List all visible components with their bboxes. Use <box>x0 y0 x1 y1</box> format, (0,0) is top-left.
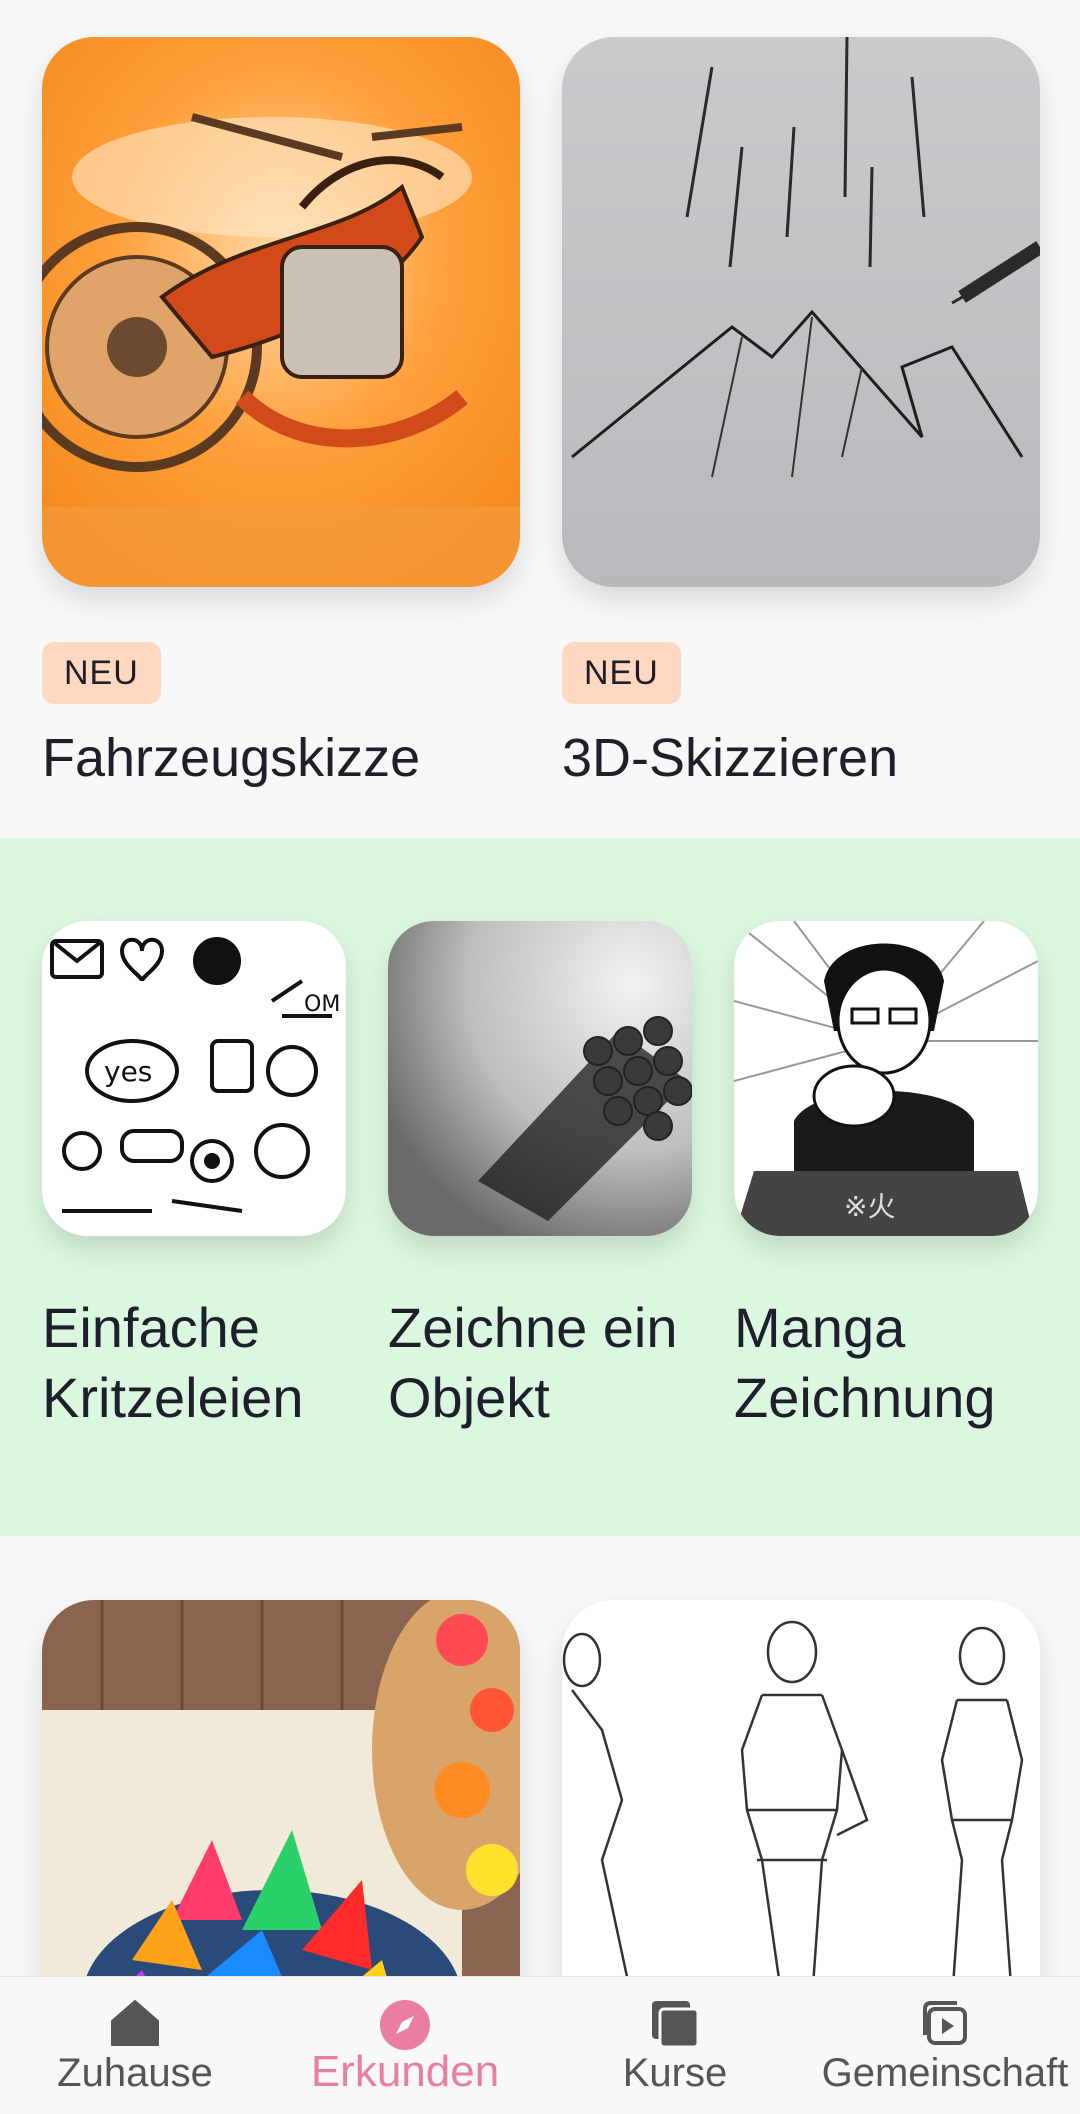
more-courses-section <box>0 1536 1080 1976</box>
fashion-figure-illustration <box>562 1600 1040 1976</box>
card-succulent-painting-image[interactable] <box>42 1600 520 1976</box>
nav-label-explore: Erkunden <box>310 2047 500 2096</box>
doodles-illustration: yes OM <box>42 921 346 1236</box>
nav-item-courses[interactable]: Kurse <box>540 1977 810 2114</box>
succulent-illustration <box>42 1600 520 1976</box>
svg-text:yes: yes <box>104 1055 152 1088</box>
courses-icon <box>650 1999 700 2054</box>
card-draw-object-image[interactable] <box>388 921 692 1236</box>
nav-label-home: Zuhause <box>57 2051 213 2095</box>
card-title-manga-drawing[interactable]: Manga Zeichnung <box>734 1293 996 1433</box>
card-vehicle-sketch-image[interactable] <box>42 37 520 587</box>
mountain-sketch-illustration <box>562 37 1040 587</box>
bottom-navigation: Zuhause Erkunden Kurse Gemeinschaft <box>0 1976 1080 2114</box>
featured-section: NEU Fahrzeugskizze NEU 3D-Skizzieren <box>0 0 1080 838</box>
card-manga-image[interactable]: ※火 <box>734 921 1038 1236</box>
category-section: yes OM ※火 Einfache Kritzeleien Zeichne e… <box>0 838 1080 1536</box>
new-badge: NEU <box>42 642 161 704</box>
svg-text:OM: OM <box>304 992 340 1017</box>
card-doodles-image[interactable]: yes OM <box>42 921 346 1236</box>
svg-text:※火: ※火 <box>844 1190 895 1223</box>
manga-illustration: ※火 <box>734 921 1038 1236</box>
nav-item-explore[interactable]: Erkunden <box>270 1977 540 2114</box>
new-badge: NEU <box>562 642 681 704</box>
nav-item-community[interactable]: Gemeinschaft <box>810 1977 1080 2114</box>
pencils-illustration <box>388 921 692 1236</box>
card-title-simple-doodles[interactable]: Einfache Kritzeleien <box>42 1293 303 1433</box>
card-title-vehicle-sketch[interactable]: Fahrzeugskizze <box>42 723 420 793</box>
nav-item-home[interactable]: Zuhause <box>0 1977 270 2114</box>
card-fashion-sketch-image[interactable] <box>562 1600 1040 1976</box>
community-icon <box>921 1999 969 2052</box>
nav-label-community: Gemeinschaft <box>821 2051 1069 2095</box>
motorcycle-illustration <box>42 37 520 587</box>
card-3d-sketch-image[interactable] <box>562 37 1040 587</box>
nav-label-courses: Kurse <box>622 2051 728 2095</box>
card-title-3d-sketch[interactable]: 3D-Skizzieren <box>562 723 898 793</box>
card-title-draw-object[interactable]: Zeichne ein Objekt <box>388 1293 678 1433</box>
home-icon <box>110 1999 160 2052</box>
